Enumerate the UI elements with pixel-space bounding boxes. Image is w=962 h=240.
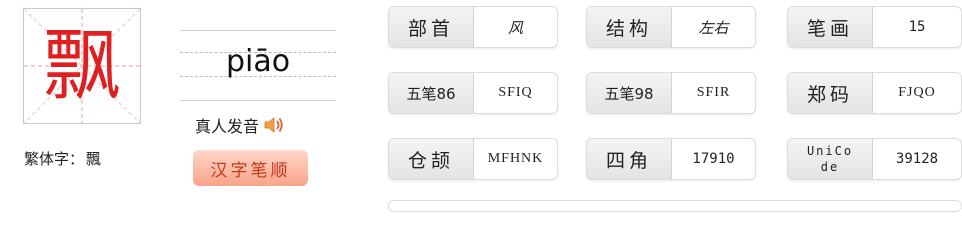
wubi86-cell: 五笔86 SFIQ <box>388 72 558 114</box>
wubi86-label: 五笔86 <box>389 73 474 113</box>
pinyin-text: piāo <box>225 44 291 79</box>
next-row-cell <box>388 200 962 212</box>
traditional-label: 繁体字： <box>24 150 85 168</box>
voice-label: 真人发音 <box>195 117 260 136</box>
structure-label: 结构 <box>587 7 672 47</box>
structure-value: 左右 <box>698 18 729 37</box>
wubi98-cell: 五笔98 SFIR <box>586 72 756 114</box>
zhengma-label: 郑码 <box>788 73 873 113</box>
strokes-label: 笔画 <box>788 7 873 47</box>
sijiao-label: 四角 <box>587 139 672 179</box>
unicode-label-line1: UniCo <box>806 144 854 158</box>
cangjie-cell: 仓颉 MFHNK <box>388 138 558 180</box>
cangjie-label: 仓颉 <box>389 139 474 179</box>
main-character: 飘 <box>42 21 121 111</box>
unicode-value: 39128 <box>895 151 939 167</box>
radical-value: 风 <box>507 18 523 37</box>
strokes-value: 15 <box>908 19 926 35</box>
unicode-cell: UniCo de 39128 <box>787 138 962 180</box>
structure-cell: 结构 左右 <box>586 6 756 48</box>
unicode-label-line2: de <box>820 160 840 174</box>
zhengma-value: FJQO <box>898 85 936 100</box>
traditional-glyph: 飄 <box>86 150 102 168</box>
zhengma-cell: 郑码 FJQO <box>787 72 962 114</box>
wubi86-value: SFIQ <box>498 85 533 100</box>
wubi98-value: SFIR <box>696 85 731 100</box>
traditional-character: 繁体字：飄 <box>24 148 101 169</box>
unicode-label: UniCo de <box>788 139 873 179</box>
character-grid: 飘 <box>23 8 141 124</box>
sijiao-value: 17910 <box>692 151 735 167</box>
radical-cell: 部首 风 <box>388 6 558 48</box>
wubi98-label: 五笔98 <box>587 73 672 113</box>
strokes-cell: 笔画 15 <box>787 6 962 48</box>
sijiao-cell: 四角 17910 <box>586 138 756 180</box>
stroke-order-button[interactable]: 汉字笔顺 <box>193 150 308 186</box>
voice-pronunciation[interactable]: 真人发音 <box>195 113 285 137</box>
radical-label: 部首 <box>389 7 474 47</box>
speaker-icon[interactable] <box>263 115 285 135</box>
cangjie-value: MFHNK <box>487 151 544 166</box>
